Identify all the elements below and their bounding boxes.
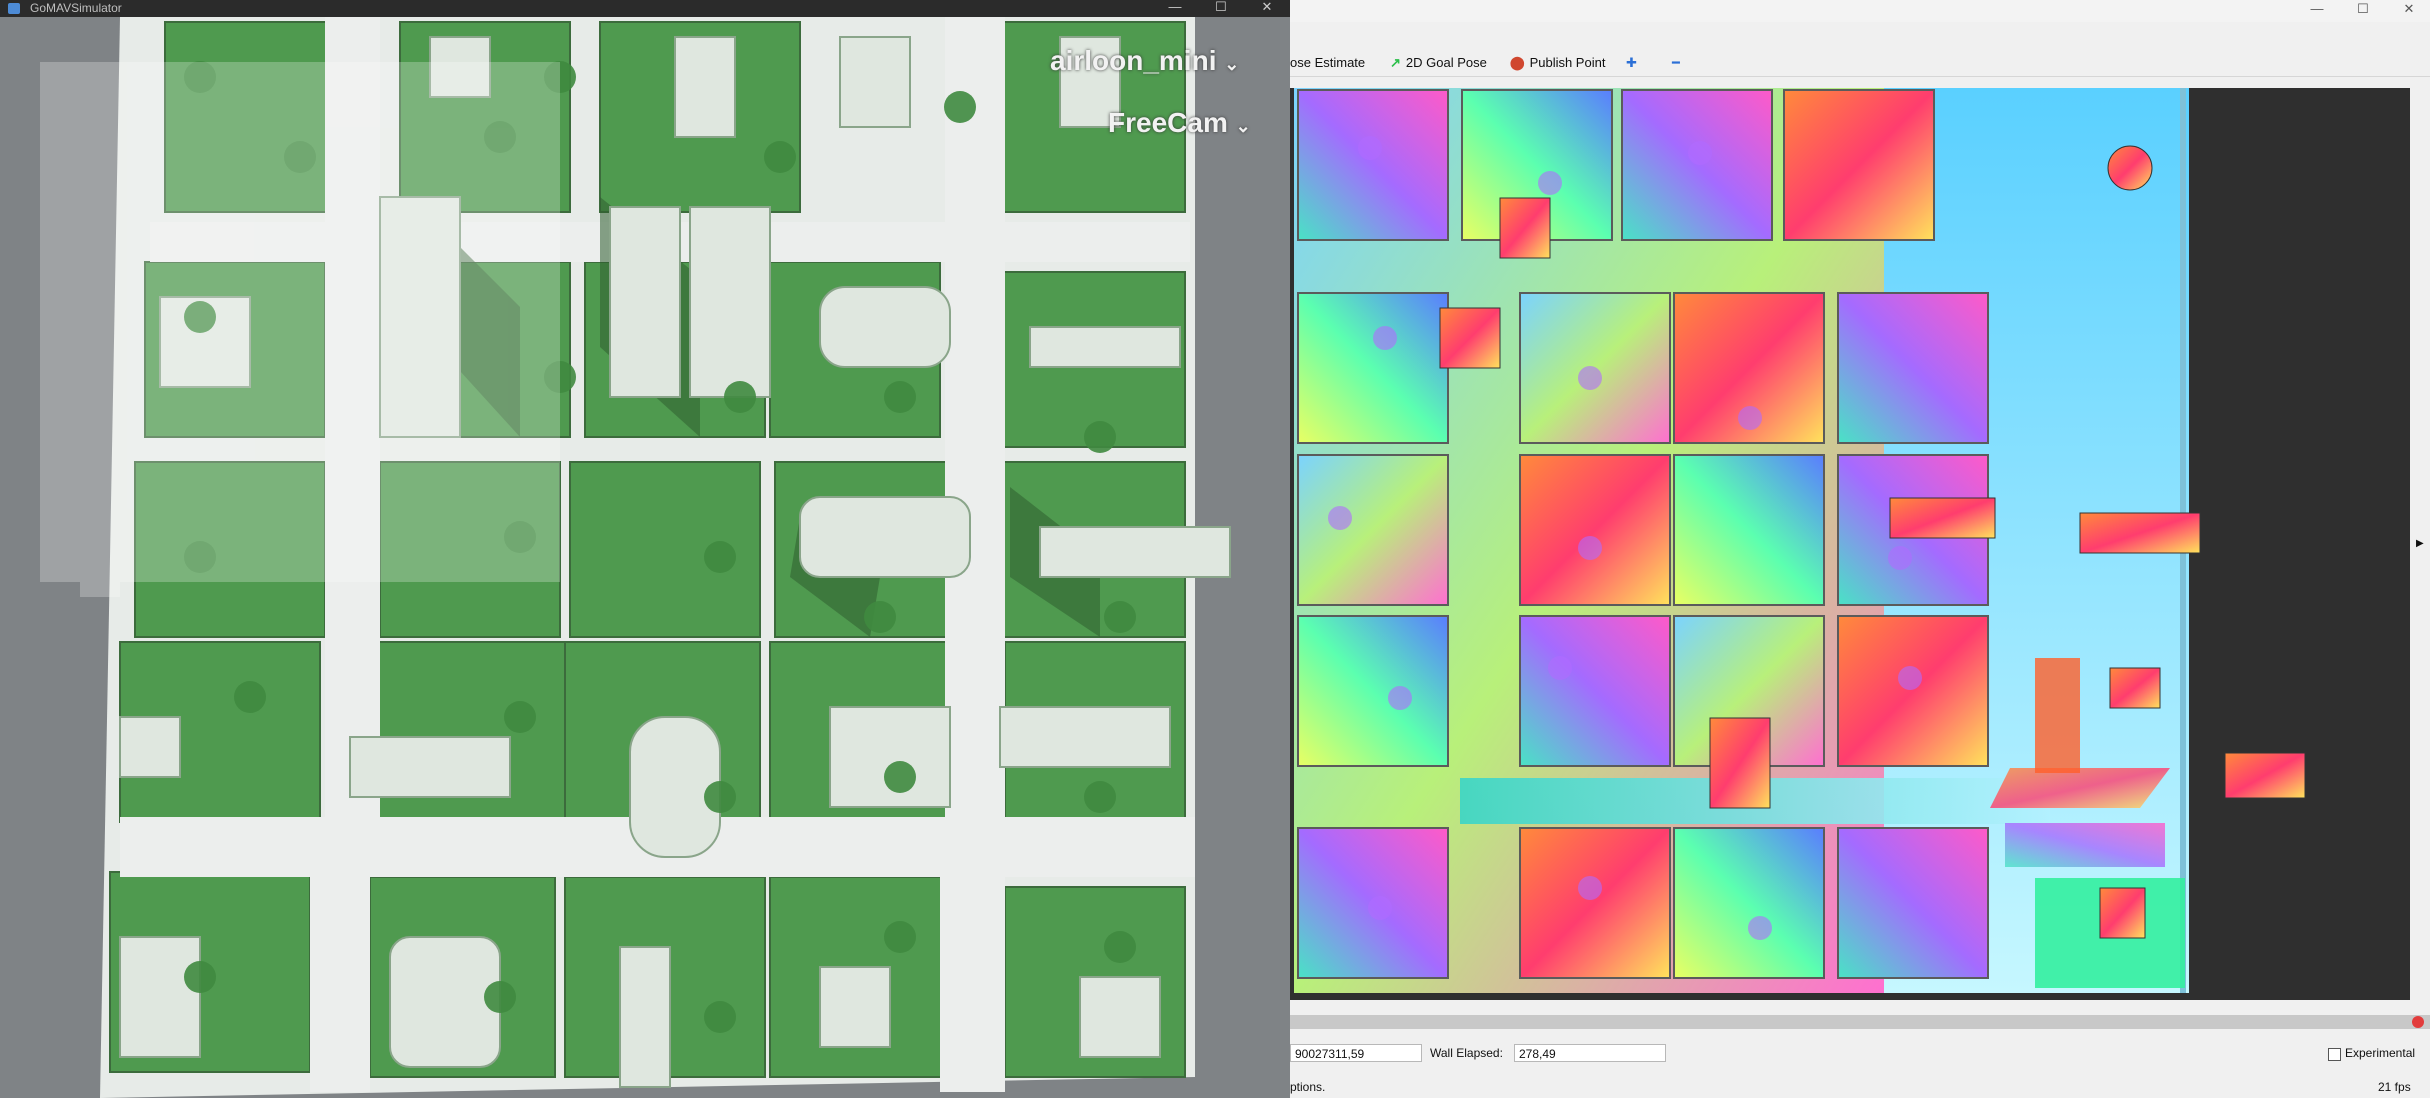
chevron-down-icon: ⌄ [1224,54,1240,74]
camera-select-value: FreeCam [1108,107,1228,138]
rviz-titlebar: — ☐ ✕ [1290,0,2430,22]
ros-time-field[interactable]: 90027311,59 [1290,1044,1422,1062]
arrow-icon: ↗ [1390,55,1401,70]
experimental-checkbox[interactable] [2328,1048,2341,1061]
side-panel-collapse[interactable]: ▶ [2410,88,2430,1000]
maximize-button[interactable]: ☐ [1198,0,1244,16]
simulation-viewport[interactable]: airloon_mini ⌄ FreeCam ⌄ [0,17,1290,1098]
publish-point-label: Publish Point [1529,55,1606,70]
publish-point-tool[interactable]: ⬤ Publish Point [1510,54,1605,72]
vehicle-select[interactable]: airloon_mini ⌄ [1050,45,1239,77]
close-button[interactable]: ✕ [2386,0,2430,22]
pose-estimate-tool[interactable]: ose Estimate [1290,54,1365,72]
map-pin-icon: ⬤ [1510,55,1525,70]
pose-estimate-label: ose Estimate [1290,55,1366,70]
minimize-button[interactable]: — [2294,0,2340,22]
chevron-right-icon: ▶ [2416,538,2424,549]
experimental-label: Experimental [2345,1046,2416,1060]
camera-select[interactable]: FreeCam ⌄ [1108,107,1251,139]
wall-elapsed-label: Wall Elapsed: [1430,1046,1503,1060]
plus-icon: ✚ [1626,55,1637,70]
goal-pose-tool[interactable]: ↗ 2D Goal Pose [1390,54,1487,72]
error-icon [2412,1016,2424,1028]
simulator-titlebar: GoMAVSimulator — ☐ ✕ [0,0,1290,17]
city-scene [0,17,1290,1098]
maximize-button[interactable]: ☐ [2340,0,2386,22]
time-status-bar: 90027311,59 Wall Elapsed: 278,49 Experim… [1290,1040,2430,1098]
pointcloud-render [1290,88,2410,1000]
chevron-down-icon: ⌄ [1235,116,1251,136]
app-icon [8,3,20,14]
zoom-in-button[interactable]: ✚ [1626,54,1637,72]
horizontal-scrollbar[interactable] [1290,1015,2430,1029]
help-text: ptions. [1290,1080,1326,1094]
wall-elapsed-field[interactable]: 278,49 [1514,1044,1666,1062]
simulator-title: GoMAVSimulator [30,1,122,15]
vehicle-select-value: airloon_mini [1050,45,1217,76]
minus-icon: ━ [1672,55,1680,70]
minimize-button[interactable]: — [1152,0,1198,16]
goal-pose-label: 2D Goal Pose [1405,55,1487,70]
rviz-render-view[interactable] [1290,88,2410,1000]
simulator-window: GoMAVSimulator — ☐ ✕ airloon_mini ⌄ Free… [0,0,1290,1098]
close-button[interactable]: ✕ [1244,0,1290,16]
zoom-out-button[interactable]: ━ [1672,54,1680,72]
fps-readout: 21 fps [2378,1080,2411,1094]
